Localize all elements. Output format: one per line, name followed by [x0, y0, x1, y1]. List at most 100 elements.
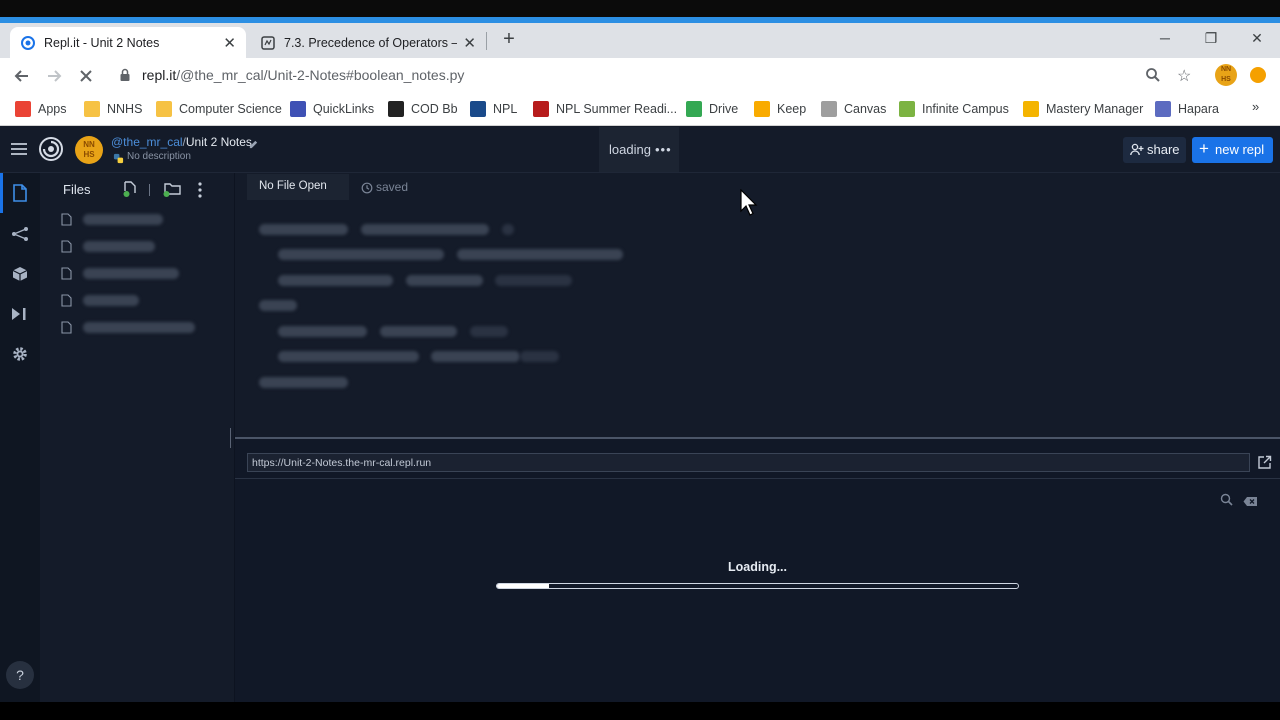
forward-icon[interactable] [42, 64, 66, 88]
bookmark-cod-bb[interactable]: COD Bb [388, 99, 458, 119]
repl-name[interactable]: Unit 2 Notes [186, 135, 252, 149]
editor-tab-label: No File Open [259, 180, 327, 192]
bookmark-apps[interactable]: Apps [15, 99, 67, 119]
bookmark-computer-science[interactable]: Computer Science [156, 99, 282, 119]
close-window-icon[interactable]: ✕ [1247, 30, 1267, 47]
settings-gear-icon[interactable] [8, 342, 32, 366]
file-row[interactable] [40, 265, 228, 283]
bookmark-quicklinks[interactable]: QuickLinks [290, 99, 374, 119]
infinite-campus-icon [899, 101, 915, 117]
replit-logo-icon[interactable] [38, 136, 64, 167]
skeleton-line [520, 351, 559, 362]
bookmark-label: QuickLinks [313, 102, 375, 116]
new-tab-button[interactable]: + [500, 29, 518, 49]
npl-icon [470, 101, 486, 117]
tab-title: 7.3. Precedence of Operators — [284, 35, 458, 50]
npl-summer-icon [533, 101, 549, 117]
bookmark-label: Mastery Manager [1046, 102, 1144, 116]
bookmark-mastery-manager[interactable]: Mastery Manager [1023, 99, 1143, 119]
zoom-search-icon[interactable] [1145, 67, 1161, 88]
bookmark-npl-summer-readi[interactable]: NPL Summer Readi... [533, 99, 677, 119]
bookmark-nnhs[interactable]: NNHS [84, 99, 142, 119]
extension-icon[interactable] [1250, 67, 1266, 83]
browser-tab-replit[interactable]: Repl.it - Unit 2 Notes ✕ [10, 27, 246, 58]
plus-icon: + [1199, 139, 1209, 158]
history-icon[interactable] [361, 181, 373, 199]
clear-console-icon[interactable] [1243, 494, 1258, 512]
tab-title: Repl.it - Unit 2 Notes [44, 35, 160, 50]
close-tab-icon[interactable]: ✕ [223, 34, 236, 52]
bookmark-canvas[interactable]: Canvas [821, 99, 886, 119]
loading-status: loading [609, 142, 651, 157]
repl-description[interactable]: No description [127, 151, 191, 162]
file-row[interactable] [40, 292, 228, 310]
book-favicon-icon [260, 35, 276, 51]
tab-divider [486, 32, 487, 50]
owner-link[interactable]: @the_mr_cal [111, 135, 183, 149]
open-in-new-tab-icon[interactable] [1257, 455, 1272, 475]
debugger-icon[interactable] [8, 302, 32, 326]
file-name-skeleton [83, 241, 155, 252]
files-icon[interactable] [8, 181, 32, 205]
apps-grid-icon [15, 101, 31, 117]
skeleton-line [278, 326, 367, 337]
help-button[interactable]: ? [6, 661, 34, 689]
bookmark-hapara[interactable]: Hapara [1155, 99, 1219, 119]
add-file-icon[interactable] [122, 181, 138, 203]
loading-progress-fill [497, 584, 550, 588]
skeleton-line [361, 224, 489, 235]
bookmark-drive[interactable]: Drive [686, 99, 738, 119]
bookmark-infinite-campus[interactable]: Infinite Campus [899, 99, 1009, 119]
bookmark-label: COD Bb [411, 102, 458, 116]
add-folder-icon[interactable] [162, 181, 181, 203]
saved-status: saved [376, 180, 409, 194]
canvas-icon [821, 101, 837, 117]
bookmark-label: Apps [38, 102, 67, 116]
bookmark-label: Keep [777, 102, 807, 116]
webview-url[interactable]: https://Unit-2-Notes.the-mr-cal.repl.run [252, 457, 431, 469]
file-icon [61, 294, 72, 307]
owner-avatar[interactable]: NN HS [75, 136, 103, 164]
bookmark-keep[interactable]: Keep [754, 99, 806, 119]
edit-pencil-icon[interactable] [248, 137, 259, 155]
skeleton-line [431, 351, 520, 362]
bookmark-label: NPL [493, 102, 518, 116]
skeleton-line [278, 351, 419, 362]
bookmark-star-icon[interactable]: ☆ [1177, 66, 1191, 86]
url-path: /@the_mr_cal/Unit-2-Notes#boolean_notes.… [176, 67, 465, 83]
file-icon [61, 321, 72, 334]
skeleton-line [259, 377, 348, 388]
loading-progress-bar [496, 583, 1019, 589]
bookmarks-more-button[interactable]: » [1252, 99, 1259, 114]
back-icon[interactable] [10, 64, 34, 88]
address-url[interactable]: repl.it/@the_mr_cal/Unit-2-Notes#boolean… [142, 67, 464, 83]
browser-tab-precedence[interactable]: 7.3. Precedence of Operators — ✕ [250, 27, 486, 58]
panel-resize-handle[interactable] [230, 428, 231, 448]
webview-loading-text: Loading... [727, 560, 788, 574]
minimize-icon[interactable]: ─ [1155, 30, 1175, 46]
skeleton-line [259, 300, 297, 311]
bookmark-label: Hapara [1178, 102, 1219, 116]
file-name-skeleton [83, 322, 195, 333]
skeleton-line [278, 249, 444, 260]
file-row[interactable] [40, 238, 228, 256]
skeleton-line [380, 326, 457, 337]
more-options-icon[interactable] [195, 181, 205, 204]
close-tab-icon[interactable]: ✕ [463, 34, 476, 52]
packages-icon[interactable] [8, 262, 32, 286]
file-row[interactable] [40, 319, 228, 337]
bookmark-npl[interactable]: NPL [470, 99, 517, 119]
hamburger-menu-icon[interactable] [10, 140, 28, 163]
file-icon [61, 267, 72, 280]
url-host: repl.it [142, 67, 177, 83]
console-search-icon[interactable] [1220, 493, 1233, 511]
profile-avatar[interactable]: NN HS [1215, 64, 1237, 86]
file-row[interactable] [40, 211, 228, 229]
skeleton-line [495, 275, 572, 286]
version-control-icon[interactable] [8, 222, 32, 246]
files-header: Files [63, 182, 91, 197]
stop-loading-icon[interactable] [74, 64, 98, 88]
keep-icon [754, 101, 770, 117]
restore-icon[interactable]: ❐ [1201, 30, 1221, 47]
file-icon [61, 240, 72, 253]
